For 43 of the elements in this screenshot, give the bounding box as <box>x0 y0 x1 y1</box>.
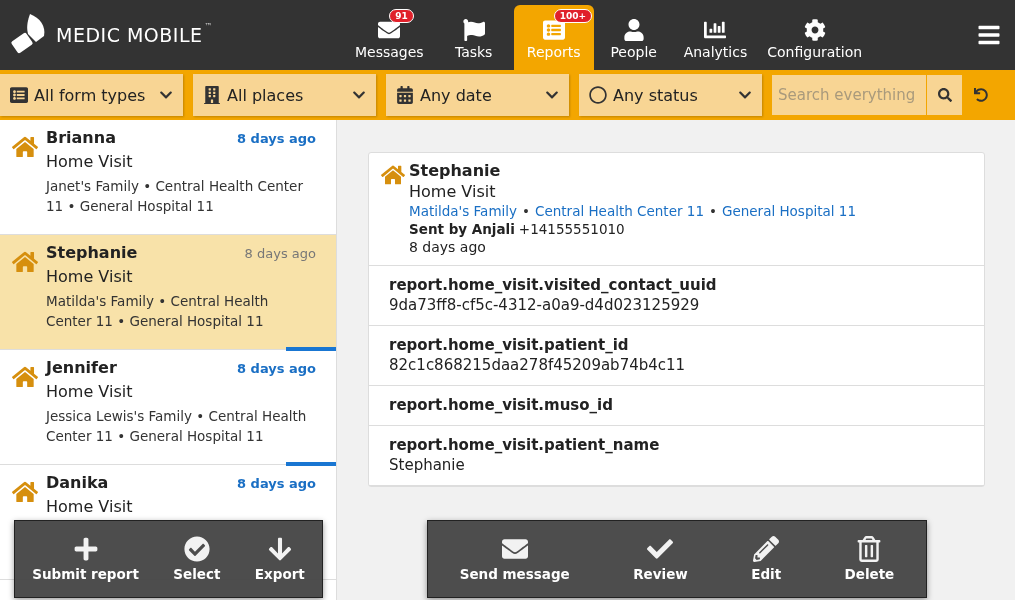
separator-dot: • <box>522 203 530 219</box>
form-name: Home Visit <box>46 497 134 516</box>
field-value: 9da73ff8-cf5c-4312-a0a9-d4d023125929 <box>389 296 701 314</box>
filter-label: Any date <box>420 85 492 105</box>
separator-dot: • <box>709 203 717 219</box>
count-badge: 100+ <box>553 9 592 23</box>
contact-name: Brianna <box>46 128 116 147</box>
sender-name: Sent by Anjali <box>409 221 515 237</box>
report-time: 8 days ago <box>244 246 316 261</box>
place-path: Janet's Family • Central Health Center 11 • General Hospital 11 <box>46 177 304 216</box>
report-time: 8 days ago <box>237 131 316 146</box>
filter-label: All places <box>227 85 304 105</box>
report-time: 8 days ago <box>237 476 316 491</box>
field-label: report.home_visit.muso_id <box>389 396 614 414</box>
contact-name: Stephanie <box>46 243 138 262</box>
form-name: Home Visit <box>46 267 134 286</box>
contact-name: Stephanie <box>409 161 502 180</box>
contact-name: Jennifer <box>46 358 117 377</box>
tab-label: Tasks <box>454 44 493 60</box>
brand-name: MEDIC MOBILE <box>56 24 203 46</box>
field-label: report.home_visit.visited_contact_uuid <box>389 276 718 294</box>
contact-name: Danika <box>46 473 109 492</box>
count-badge: 91 <box>389 9 414 23</box>
field-label: report.home_visit.patient_id <box>389 336 630 354</box>
phone-number: +14155551010 <box>518 221 625 237</box>
tab-label: Reports <box>526 44 581 60</box>
tab-label: Messages <box>355 44 424 60</box>
report-time: 8 days ago <box>409 239 487 255</box>
field-value: 82c1c868215daa278f45209ab74b4c11 <box>389 356 687 374</box>
filter-label: Any status <box>613 85 698 105</box>
form-name: Home Visit <box>46 152 134 171</box>
tab-label: Configuration <box>767 44 863 60</box>
trademark-sign: ™ <box>204 22 213 31</box>
tab-label: People <box>610 44 657 60</box>
place-path: Matilda's Family • Central Health Center 11 • General Hospital 11 <box>46 292 270 331</box>
form-name: Home Visit <box>409 182 497 201</box>
filter-label: All form types <box>34 85 146 105</box>
place-path: Jessica Lewis's Family • Central Health Center 11 • General Hospital 11 <box>46 407 308 446</box>
report-time: 8 days ago <box>237 361 316 376</box>
field-value: Stephanie <box>389 456 466 474</box>
form-name: Home Visit <box>46 382 134 401</box>
field-label: report.home_visit.patient_name <box>389 436 661 454</box>
tab-label: Analytics <box>683 44 748 60</box>
